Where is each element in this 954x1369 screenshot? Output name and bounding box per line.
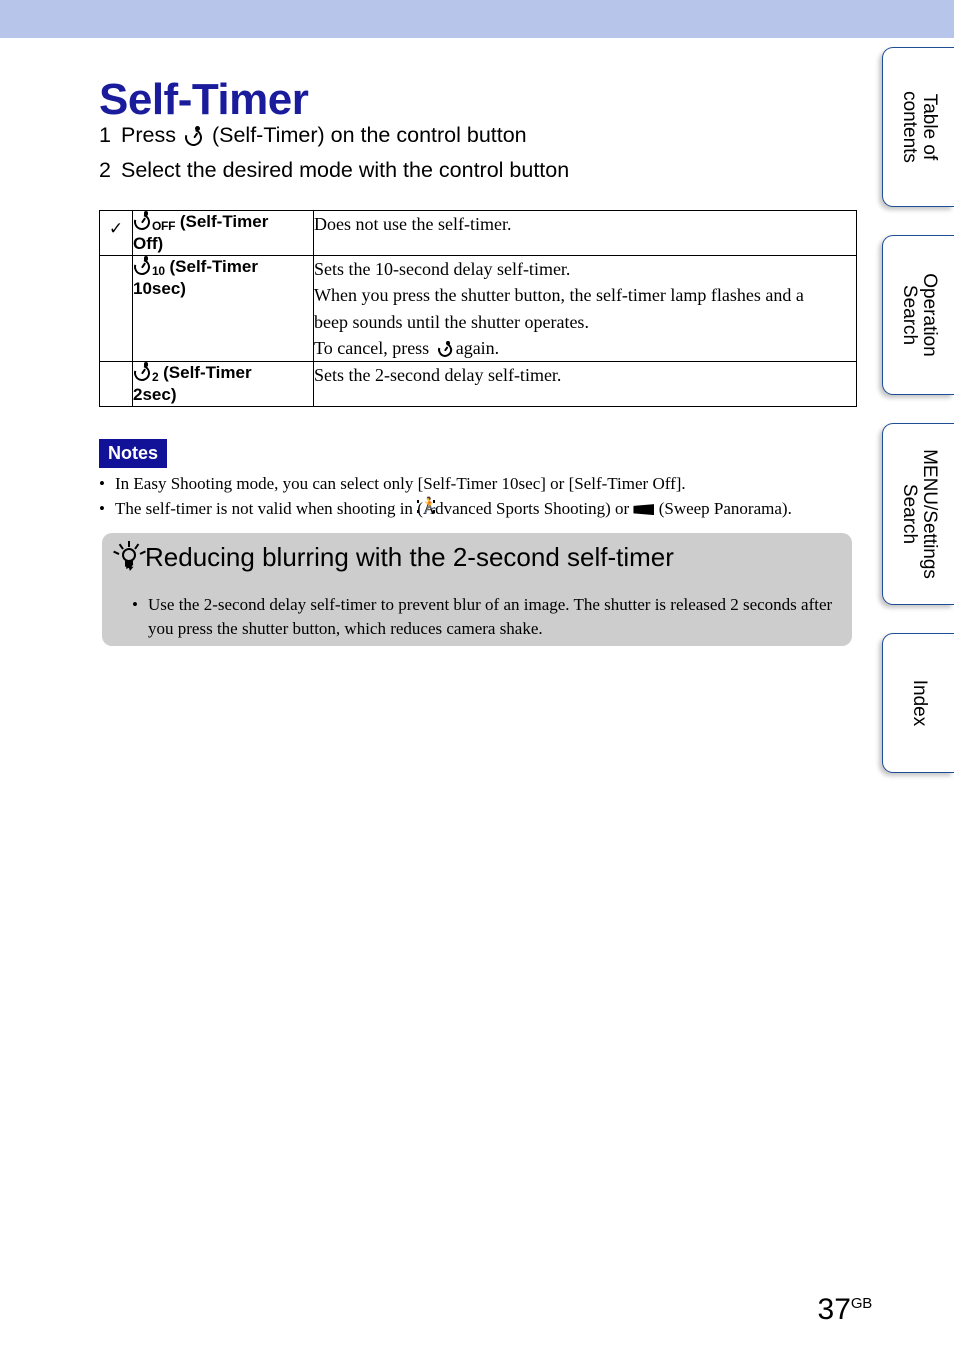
- self-timer-icon-subscript: 10: [152, 264, 165, 278]
- note-text: In Easy Shooting mode, you can select on…: [115, 474, 686, 493]
- row-label-line1: (Self-Timer: [163, 363, 252, 383]
- sidebar-item-label: MENU/Settings Search: [898, 449, 940, 579]
- sidebar-item-index[interactable]: Index: [882, 633, 954, 773]
- row-label-line1: (Self-Timer: [169, 257, 258, 276]
- self-timer-icon: [131, 256, 153, 278]
- tip-text-line-2: you press the shutter button, which redu…: [148, 618, 543, 638]
- row-label-line2: Off): [133, 233, 164, 253]
- step-2-number: 2: [99, 158, 111, 182]
- page-title: Self-Timer: [99, 75, 309, 125]
- sidebar-item-operation-search[interactable]: Operation Search: [882, 235, 954, 395]
- row-selected-check-cell: ✓: [99, 210, 133, 256]
- self-timer-icon: [181, 125, 205, 149]
- sidebar-item-label-line1: MENU/Settings: [918, 449, 940, 579]
- notes-list: • In Easy Shooting mode, you can select …: [99, 471, 859, 521]
- row-label-cell: 10 (Self-Timer 10sec): [131, 254, 314, 363]
- note-text: The self-timer is not valid when shootin…: [115, 498, 792, 519]
- sidebar-item-label-line1: Index: [908, 679, 930, 727]
- lightbulb-icon: [112, 541, 146, 573]
- self-timer-mode-table: ✓ OFF (Self-Timer Off) Does not use the …: [99, 210, 857, 408]
- step-1: 1 Press (Self-Timer) on the control butt…: [99, 123, 527, 149]
- self-timer-icon-subscript: OFF: [152, 219, 176, 233]
- sidebar-item-label-line2: Search: [898, 284, 920, 346]
- page-number-value: 37: [817, 1293, 851, 1326]
- sidebar-item-label: Table of contents: [898, 91, 940, 163]
- bullet-icon: •: [99, 474, 105, 493]
- side-tab-bar: Table of contents Operation Search MENU/…: [878, 0, 954, 1369]
- step-1-text-after: (Self-Timer) on the control button: [211, 123, 527, 147]
- description-line: Does not use the self-timer.: [314, 214, 512, 234]
- bullet-icon: •: [99, 499, 105, 519]
- list-item: • The self-timer is not valid when shoot…: [99, 496, 859, 521]
- tip-text: Use the 2-second delay self-timer to pre…: [148, 593, 842, 641]
- table-row: 10 (Self-Timer 10sec) Sets the 10-second…: [99, 254, 857, 363]
- sidebar-item-label: Index: [908, 679, 930, 727]
- description-line: Sets the 2-second delay self-timer.: [314, 365, 562, 386]
- tip-box: Reducing blurring with the 2-second self…: [102, 533, 852, 646]
- top-color-band: [0, 0, 954, 38]
- check-icon: ✓: [108, 219, 124, 239]
- row-description-cell: Sets the 10-second delay self-timer. Whe…: [313, 254, 857, 363]
- description-line: beep sounds until the shutter operates.: [314, 311, 589, 332]
- note-text-middle: (Advanced Sports Shooting) or: [417, 499, 630, 519]
- sidebar-item-label-line1: Table of: [918, 93, 940, 161]
- row-description-cell: Does not use the self-timer.: [313, 210, 857, 256]
- sweep-panorama-icon: [633, 503, 655, 516]
- page-number: 37GB: [817, 1293, 873, 1327]
- row-label-cell: 2 (Self-Timer 2sec): [131, 361, 314, 408]
- sidebar-item-label-line1: Operation: [918, 273, 940, 357]
- cancel-suffix: again.: [455, 337, 500, 358]
- step-2-text: Select the desired mode with the control…: [121, 158, 570, 182]
- row-label-line1: (Self-Timer: [179, 212, 269, 231]
- cancel-prefix: To cancel, press: [314, 337, 430, 358]
- step-2: 2 Select the desired mode with the contr…: [99, 158, 569, 183]
- tip-body: • Use the 2-second delay self-timer to p…: [132, 593, 842, 641]
- sidebar-item-label-line2: contents: [898, 91, 920, 163]
- description-line: When you press the shutter button, the s…: [314, 285, 804, 306]
- step-1-text-before: Press: [121, 123, 176, 147]
- tip-title-row: Reducing blurring with the 2-second self…: [112, 541, 674, 573]
- page-content: Self-Timer 1 Press (Self-Timer) on the c…: [0, 38, 878, 1369]
- table-row: 2 (Self-Timer 2sec) Sets the 2-second de…: [99, 361, 857, 408]
- page-number-suffix: GB: [850, 1295, 872, 1312]
- notes-badge: Notes: [99, 439, 168, 468]
- description-line-cancel: To cancel, press again.: [314, 335, 856, 361]
- list-item: • In Easy Shooting mode, you can select …: [99, 471, 859, 496]
- sidebar-item-label: Operation Search: [898, 273, 940, 357]
- self-timer-icon: [131, 362, 153, 384]
- table-row: ✓ OFF (Self-Timer Off) Does not use the …: [99, 210, 857, 256]
- list-item: • Use the 2-second delay self-timer to p…: [132, 593, 842, 641]
- sidebar-item-label-line2: Search: [898, 483, 920, 545]
- tip-title: Reducing blurring with the 2-second self…: [145, 541, 674, 572]
- sidebar-item-table-of-contents[interactable]: Table of contents: [882, 47, 954, 207]
- note-text-prefix: The self-timer is not valid when shootin…: [115, 499, 413, 519]
- bullet-icon: •: [132, 595, 138, 614]
- row-selected-check-cell: [99, 254, 133, 363]
- tip-text-line-1: Use the 2-second delay self-timer to pre…: [148, 595, 833, 614]
- sidebar-item-menu-settings-search[interactable]: MENU/Settings Search: [882, 423, 954, 605]
- row-label-cell: OFF (Self-Timer Off): [131, 210, 314, 256]
- description-line: Sets the 10-second delay self-timer.: [314, 259, 571, 279]
- self-timer-icon: [435, 340, 454, 360]
- row-description-cell: Sets the 2-second delay self-timer.: [313, 361, 857, 408]
- self-timer-icon-subscript: 2: [152, 370, 159, 385]
- row-selected-check-cell: [99, 361, 133, 408]
- self-timer-icon: [131, 211, 153, 233]
- note-text-suffix: (Sweep Panorama).: [658, 499, 792, 519]
- row-label-line2: 2sec): [133, 384, 177, 404]
- step-1-number: 1: [99, 123, 111, 147]
- row-label-line2: 10sec): [133, 278, 186, 298]
